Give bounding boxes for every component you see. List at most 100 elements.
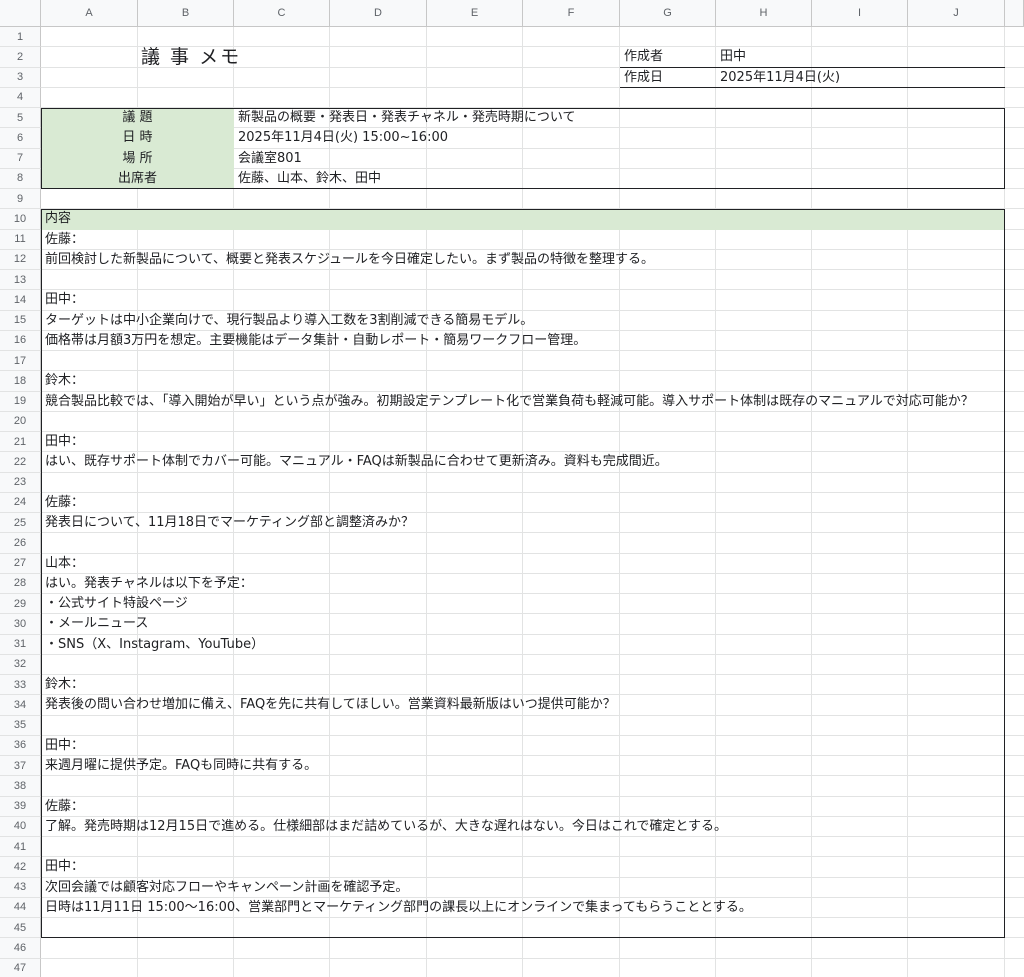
row-header-43[interactable]: 43 (0, 877, 41, 898)
row-header-32[interactable]: 32 (0, 654, 41, 675)
content-line[interactable]: 了解。発売時期は12月15日で進める。仕様細部はまだ詰めているが、大きな遅れはな… (45, 817, 727, 837)
row-header-38[interactable]: 38 (0, 776, 41, 797)
row-header-11[interactable]: 11 (0, 229, 41, 250)
date-label[interactable]: 作成日 (624, 68, 663, 88)
row-header-10[interactable]: 10 (0, 209, 41, 230)
content-line[interactable]: 日時は11月11日 15:00～16:00、営業部門とマーケティング部門の課長以… (45, 898, 752, 918)
row-header-34[interactable]: 34 (0, 695, 41, 716)
column-header-a[interactable]: A (41, 0, 138, 27)
row-header-4[interactable]: 4 (0, 87, 41, 108)
row-header-13[interactable]: 13 (0, 270, 41, 291)
content-line[interactable]: ・公式サイト特設ページ (45, 594, 188, 614)
row-header-16[interactable]: 16 (0, 330, 41, 351)
row-header-26[interactable]: 26 (0, 533, 41, 554)
row-header-20[interactable]: 20 (0, 411, 41, 432)
row-header-18[interactable]: 18 (0, 371, 41, 392)
content-line[interactable]: 田中： (45, 432, 84, 452)
info-value-3[interactable]: 会議室801 (238, 149, 302, 169)
content-line[interactable]: 田中： (45, 290, 84, 310)
content-line[interactable]: ・メールニュース (45, 614, 148, 634)
row-header-5[interactable]: 5 (0, 108, 41, 129)
row-header-33[interactable]: 33 (0, 675, 41, 696)
column-header-k[interactable] (1005, 0, 1024, 27)
row-header-3[interactable]: 3 (0, 67, 41, 88)
row-header-45[interactable]: 45 (0, 918, 41, 939)
row-header-29[interactable]: 29 (0, 594, 41, 615)
content-line[interactable]: 佐藤： (45, 230, 84, 250)
row-header-35[interactable]: 35 (0, 715, 41, 736)
row-header-8[interactable]: 8 (0, 168, 41, 189)
content-line[interactable]: 来週月曜に提供予定。FAQも同時に共有する。 (45, 756, 317, 776)
row-header-17[interactable]: 17 (0, 351, 41, 372)
column-header-d[interactable]: D (330, 0, 427, 27)
info-label-4[interactable]: 出席者 (41, 169, 234, 189)
content-line[interactable]: 価格帯は月額3万円を想定。主要機能はデータ集計・自動レポート・簡易ワークフロー管… (45, 331, 586, 351)
select-all-corner[interactable] (0, 0, 41, 27)
column-header-b[interactable]: B (138, 0, 234, 27)
row-header-40[interactable]: 40 (0, 816, 41, 837)
cell-grid[interactable]: A B C D E F G H I J 1 2 3 4 5 6 7 8 9 10 11 12 13 14 15 16 17 18 19 2… (0, 0, 1024, 977)
content-line[interactable]: 田中： (45, 857, 84, 877)
row-header-36[interactable]: 36 (0, 735, 41, 756)
column-header-e[interactable]: E (427, 0, 523, 27)
page-title[interactable]: 議 事 メモ (141, 43, 241, 71)
row-header-9[interactable]: 9 (0, 189, 41, 210)
row-header-37[interactable]: 37 (0, 756, 41, 777)
row-header-27[interactable]: 27 (0, 553, 41, 574)
row-header-2[interactable]: 2 (0, 47, 41, 68)
row-header-44[interactable]: 44 (0, 897, 41, 918)
info-label-3[interactable]: 場 所 (41, 149, 234, 169)
content-line[interactable]: ・SNS（X、Instagram、YouTube） (45, 635, 264, 655)
content-line[interactable]: 佐藤： (45, 493, 84, 513)
row-header-30[interactable]: 30 (0, 614, 41, 635)
date-value[interactable]: 2025年11月4日(火) (720, 68, 840, 88)
content-line[interactable]: ターゲットは中小企業向けで、現行製品より導入工数を3割削減できる簡易モデル。 (45, 311, 533, 331)
content-line[interactable]: 競合製品比較では、「導入開始が早い」という点が強み。初期設定テンプレート化で営業… (45, 392, 974, 412)
content-header[interactable]: 内容 (45, 209, 71, 229)
row-header-31[interactable]: 31 (0, 634, 41, 655)
info-label-2[interactable]: 日 時 (41, 128, 234, 148)
content-line[interactable]: 山本： (45, 554, 84, 574)
author-value[interactable]: 田中 (720, 47, 746, 67)
content-line[interactable]: 鈴木： (45, 371, 84, 391)
info-value-4[interactable]: 佐藤、山本、鈴木、田中 (238, 169, 381, 189)
content-line[interactable]: 発表後の問い合わせ増加に備え、FAQを先に共有してほしい。営業資料最新版はいつ提… (45, 695, 616, 715)
row-header-25[interactable]: 25 (0, 513, 41, 534)
spreadsheet[interactable]: A B C D E F G H I J 1 2 3 4 5 6 7 8 9 10 11 12 13 14 15 16 17 18 19 2… (0, 0, 1024, 977)
column-header-h[interactable]: H (716, 0, 812, 27)
row-header-15[interactable]: 15 (0, 310, 41, 331)
row-header-42[interactable]: 42 (0, 857, 41, 878)
row-header-12[interactable]: 12 (0, 249, 41, 270)
row-header-47[interactable]: 47 (0, 958, 41, 977)
row-header-28[interactable]: 28 (0, 573, 41, 594)
info-label-1[interactable]: 議 題 (41, 108, 234, 128)
content-line[interactable]: 佐藤： (45, 797, 84, 817)
content-line[interactable]: はい。発表チャネルは以下を予定： (45, 574, 253, 594)
content-line[interactable]: 発表日について、11月18日でマーケティング部と調整済みか？ (45, 513, 414, 533)
column-header-f[interactable]: F (523, 0, 620, 27)
row-header-19[interactable]: 19 (0, 391, 41, 412)
row-header-1[interactable]: 1 (0, 27, 41, 48)
content-line[interactable]: 田中： (45, 736, 84, 756)
row-header-46[interactable]: 46 (0, 938, 41, 959)
info-value-1[interactable]: 新製品の概要・発表日・発表チャネル・発売時期について (238, 108, 575, 128)
content-line[interactable]: 鈴木： (45, 675, 84, 695)
row-header-6[interactable]: 6 (0, 128, 41, 149)
column-header-g[interactable]: G (620, 0, 716, 27)
info-value-2[interactable]: 2025年11月4日(火) 15:00~16:00 (238, 128, 448, 148)
row-header-24[interactable]: 24 (0, 492, 41, 513)
row-header-22[interactable]: 22 (0, 452, 41, 473)
row-header-21[interactable]: 21 (0, 432, 41, 453)
row-header-23[interactable]: 23 (0, 472, 41, 493)
content-line[interactable]: 前回検討した新製品について、概要と発表スケジュールを今日確定したい。まず製品の特… (45, 250, 654, 270)
row-header-7[interactable]: 7 (0, 148, 41, 169)
content-line[interactable]: はい、既存サポート体制でカバー可能。マニュアル・FAQは新製品に合わせて更新済み… (45, 452, 668, 472)
row-header-14[interactable]: 14 (0, 290, 41, 311)
column-header-j[interactable]: J (908, 0, 1005, 27)
content-line[interactable]: 次回会議では顧客対応フローやキャンペーン計画を確認予定。 (45, 878, 408, 898)
row-header-41[interactable]: 41 (0, 837, 41, 858)
column-header-i[interactable]: I (812, 0, 908, 27)
row-header-39[interactable]: 39 (0, 796, 41, 817)
column-header-c[interactable]: C (234, 0, 330, 27)
author-label[interactable]: 作成者 (624, 47, 663, 67)
